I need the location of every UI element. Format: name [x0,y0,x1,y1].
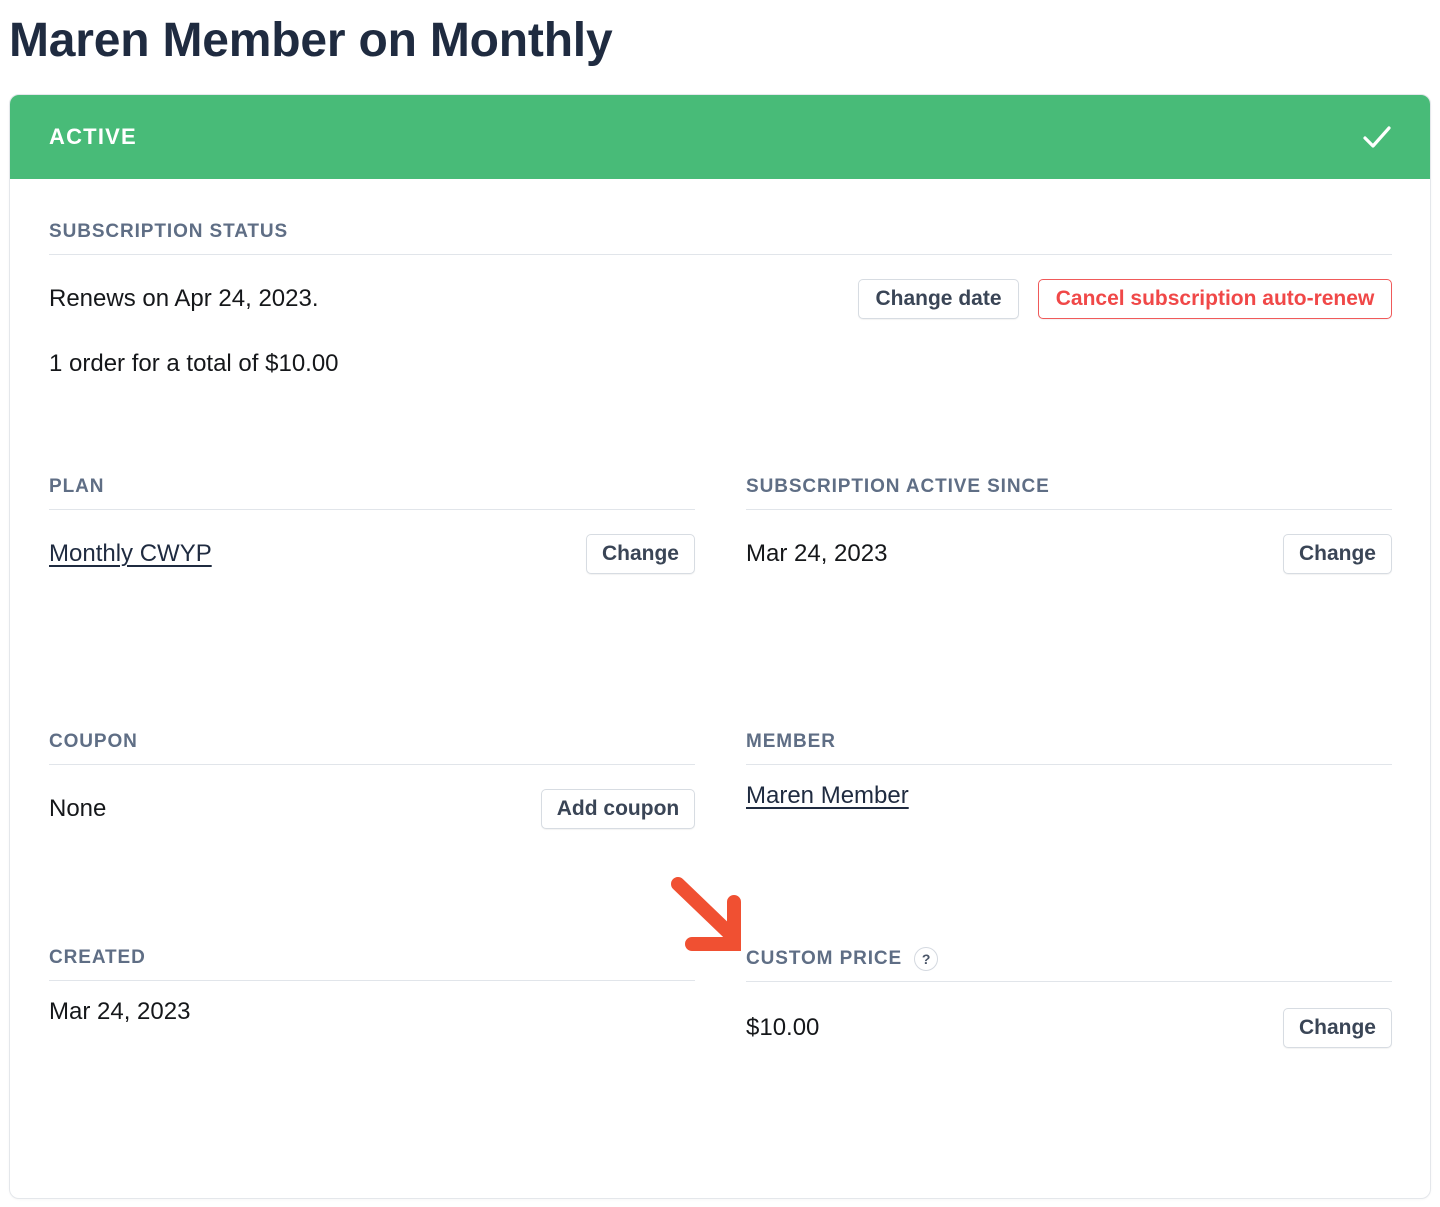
custom-price-header: CUSTOM PRICE ? [746,947,1392,982]
plan-heading: PLAN [49,475,695,510]
renewal-text: Renews on Apr 24, 2023. [49,285,319,312]
created-section: CREATED [49,946,695,981]
check-icon [1362,122,1392,152]
cancel-auto-renew-button[interactable]: Cancel subscription auto-renew [1038,279,1392,319]
change-active-since-button[interactable]: Change [1283,534,1392,574]
created-value: Mar 24, 2023 [49,998,191,1025]
change-plan-button[interactable]: Change [586,534,695,574]
member-section: MEMBER [746,730,1392,765]
change-date-button[interactable]: Change date [858,279,1019,319]
subscription-card: ACTIVE SUBSCRIPTION STATUS Renews on Apr… [9,94,1431,1199]
member-heading: MEMBER [746,730,1392,765]
active-since-value: Mar 24, 2023 [746,540,888,567]
add-coupon-button[interactable]: Add coupon [541,789,695,829]
coupon-heading: COUPON [49,730,695,765]
plan-link[interactable]: Monthly CWYP [49,539,212,569]
custom-price-heading: CUSTOM PRICE [746,948,903,969]
custom-price-section: CUSTOM PRICE ? [746,947,1392,982]
page-title: Maren Member on Monthly [9,14,613,67]
custom-price-value: $10.00 [746,1014,820,1041]
active-since-section: SUBSCRIPTION ACTIVE SINCE [746,475,1392,510]
subscription-page: Maren Member on Monthly ACTIVE SUBSCRIPT… [0,0,1440,1207]
plan-section: PLAN [49,475,695,510]
created-heading: CREATED [49,946,695,981]
status-banner: ACTIVE [10,95,1430,179]
coupon-section: COUPON [49,730,695,765]
change-custom-price-button[interactable]: Change [1283,1008,1392,1048]
arrow-icon [671,877,741,951]
help-icon[interactable]: ? [914,947,939,971]
active-since-heading: SUBSCRIPTION ACTIVE SINCE [746,475,1392,510]
orders-summary: 1 order for a total of $10.00 [49,350,339,377]
member-link[interactable]: Maren Member [746,781,909,811]
coupon-value: None [49,795,107,822]
status-label: ACTIVE [49,124,137,149]
subscription-status-section: SUBSCRIPTION STATUS [49,220,1392,255]
subscription-status-heading: SUBSCRIPTION STATUS [49,220,1392,255]
